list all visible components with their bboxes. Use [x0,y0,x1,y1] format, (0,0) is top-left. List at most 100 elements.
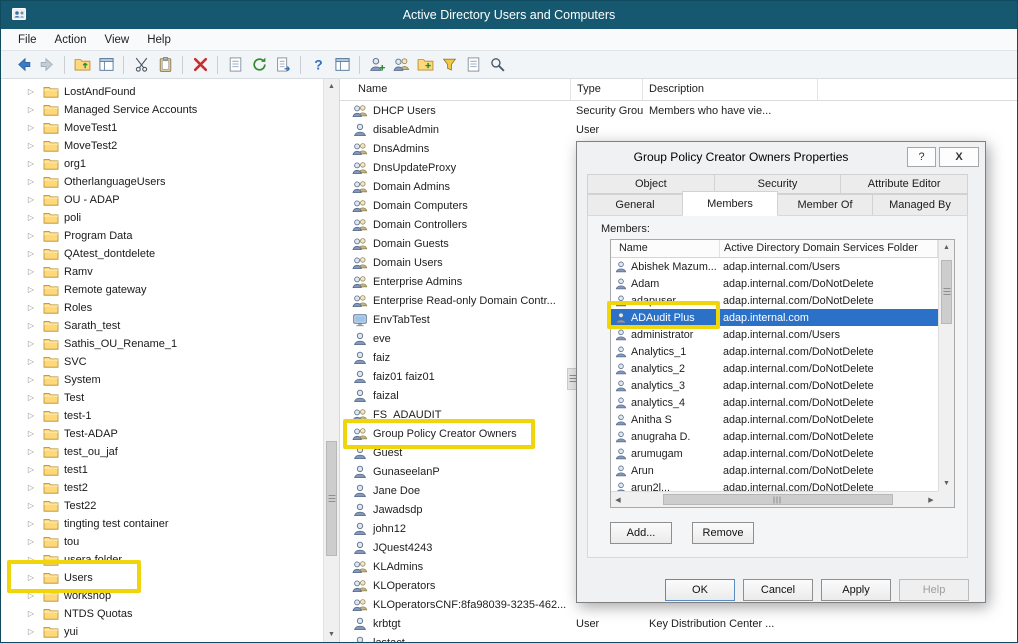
refresh-icon[interactable] [247,54,271,76]
menu-file[interactable]: File [9,32,46,48]
tree-item-users[interactable]: Users [1,569,323,587]
expand-arrow-icon[interactable] [25,209,37,227]
expand-arrow-icon[interactable] [25,299,37,317]
tree-item-program-data[interactable]: Program Data [1,227,323,245]
forward-icon[interactable] [35,54,59,76]
tree-item-sarath-test[interactable]: Sarath_test [1,317,323,335]
expand-arrow-icon[interactable] [25,263,37,281]
tree-item-managed-service-accounts[interactable]: Managed Service Accounts [1,101,323,119]
expand-arrow-icon[interactable] [25,425,37,443]
members-vertical-scrollbar[interactable] [938,240,954,491]
expand-arrow-icon[interactable] [25,407,37,425]
find-icon[interactable] [485,54,509,76]
expand-arrow-icon[interactable] [25,83,37,101]
expand-arrow-icon[interactable] [25,443,37,461]
tab-managed-by[interactable]: Managed By [872,194,968,216]
expand-arrow-icon[interactable] [25,281,37,299]
tree-item-test22[interactable]: Test22 [1,497,323,515]
scroll-up-icon[interactable] [324,79,339,94]
expand-arrow-icon[interactable] [25,245,37,263]
tree-item-remote-gateway[interactable]: Remote gateway [1,281,323,299]
scroll-right-icon[interactable] [924,492,938,507]
expand-arrow-icon[interactable] [25,227,37,245]
tree-item-sathis-ou-rename-1[interactable]: Sathis_OU_Rename_1 [1,335,323,353]
members-vscroll-thumb[interactable] [941,260,952,324]
set-filter-icon[interactable] [437,54,461,76]
tree-scrollbar-thumb[interactable] [326,441,337,556]
expand-arrow-icon[interactable] [25,101,37,119]
show-console-tree-icon[interactable] [94,54,118,76]
expand-arrow-icon[interactable] [25,461,37,479]
show-action-pane-icon[interactable] [330,54,354,76]
tree-scrollbar[interactable] [323,79,339,642]
column-header-type[interactable]: Type [571,79,643,100]
tab-member-of[interactable]: Member Of [777,194,873,216]
expand-arrow-icon[interactable] [25,119,37,137]
tree-item-usera-folder[interactable]: usera folder [1,551,323,569]
tree-item-movetest1[interactable]: MoveTest1 [1,119,323,137]
tree-item-poli[interactable]: poli [1,209,323,227]
expand-arrow-icon[interactable] [25,479,37,497]
remove-button[interactable]: Remove [692,522,754,544]
expand-arrow-icon[interactable] [25,587,37,605]
ok-button[interactable]: OK [665,579,735,601]
members-horizontal-scrollbar[interactable] [611,491,938,507]
column-header-description[interactable]: Description [643,79,818,100]
expand-arrow-icon[interactable] [25,389,37,407]
cancel-button[interactable]: Cancel [743,579,813,601]
tree-item-tou[interactable]: tou [1,533,323,551]
menu-view[interactable]: View [96,32,139,48]
tree-item-test2[interactable]: test2 [1,479,323,497]
expand-arrow-icon[interactable] [25,623,37,641]
list-row[interactable]: disableAdminUser [340,120,1017,139]
member-row[interactable]: administratoradap.internal.com/Users [611,326,938,343]
dialog-help-button[interactable]: ? [907,147,936,167]
expand-arrow-icon[interactable] [25,173,37,191]
member-row[interactable]: arun2l...adap.internal.com/DoNotDelete [611,479,938,491]
tab-members[interactable]: Members [682,191,778,216]
member-row[interactable]: Arunadap.internal.com/DoNotDelete [611,462,938,479]
back-icon[interactable] [11,54,35,76]
expand-arrow-icon[interactable] [25,191,37,209]
tree-item-test-ou-jaf[interactable]: test_ou_jaf [1,443,323,461]
tree-item-lostandfound[interactable]: LostAndFound [1,83,323,101]
menu-help[interactable]: Help [138,32,180,48]
expand-arrow-icon[interactable] [25,353,37,371]
column-header-name[interactable]: Name [340,79,571,100]
list-row[interactable]: lastact [340,633,1017,642]
menu-action[interactable]: Action [46,32,96,48]
add-button[interactable]: Add... [610,522,672,544]
apply-button[interactable]: Apply [821,579,891,601]
expand-arrow-icon[interactable] [25,497,37,515]
expand-arrow-icon[interactable] [25,551,37,569]
cut-icon[interactable] [129,54,153,76]
member-row[interactable]: Analytics_1adap.internal.com/DoNotDelete [611,343,938,360]
tab-attribute-editor[interactable]: Attribute Editor [840,174,968,194]
tree-item-test1[interactable]: test1 [1,461,323,479]
tree-item-roles[interactable]: Roles [1,299,323,317]
member-row[interactable]: arumugamadap.internal.com/DoNotDelete [611,445,938,462]
tree-item-test-1[interactable]: test-1 [1,407,323,425]
help-button[interactable]: Help [899,579,969,601]
tree-item-workshop[interactable]: workshop [1,587,323,605]
tree-item-system[interactable]: System [1,371,323,389]
expand-arrow-icon[interactable] [25,605,37,623]
help-icon[interactable]: ? [306,54,330,76]
list-row[interactable]: DHCP UsersSecurity Group...Members who h… [340,101,1017,120]
view-options-icon[interactable] [461,54,485,76]
member-row[interactable]: Abishek Mazum...adap.internal.com/Users [611,258,938,275]
tree-item-movetest2[interactable]: MoveTest2 [1,137,323,155]
create-group-icon[interactable] [389,54,413,76]
tree-item-yui[interactable]: yui [1,623,323,641]
member-row[interactable]: analytics_3adap.internal.com/DoNotDelete [611,377,938,394]
tree-item-ou-adap[interactable]: OU - ADAP [1,191,323,209]
expand-arrow-icon[interactable] [25,515,37,533]
scroll-up-icon[interactable] [939,240,954,255]
tree-item-otherlanguageusers[interactable]: OtherlanguageUsers [1,173,323,191]
member-row[interactable]: analytics_4adap.internal.com/DoNotDelete [611,394,938,411]
scroll-down-icon[interactable] [939,476,954,491]
member-row[interactable]: analytics_2adap.internal.com/DoNotDelete [611,360,938,377]
member-row[interactable]: adapuseradap.internal.com/DoNotDelete [611,292,938,309]
export-list-icon[interactable] [271,54,295,76]
list-row[interactable]: krbtgtUserKey Distribution Center ... [340,614,1017,633]
